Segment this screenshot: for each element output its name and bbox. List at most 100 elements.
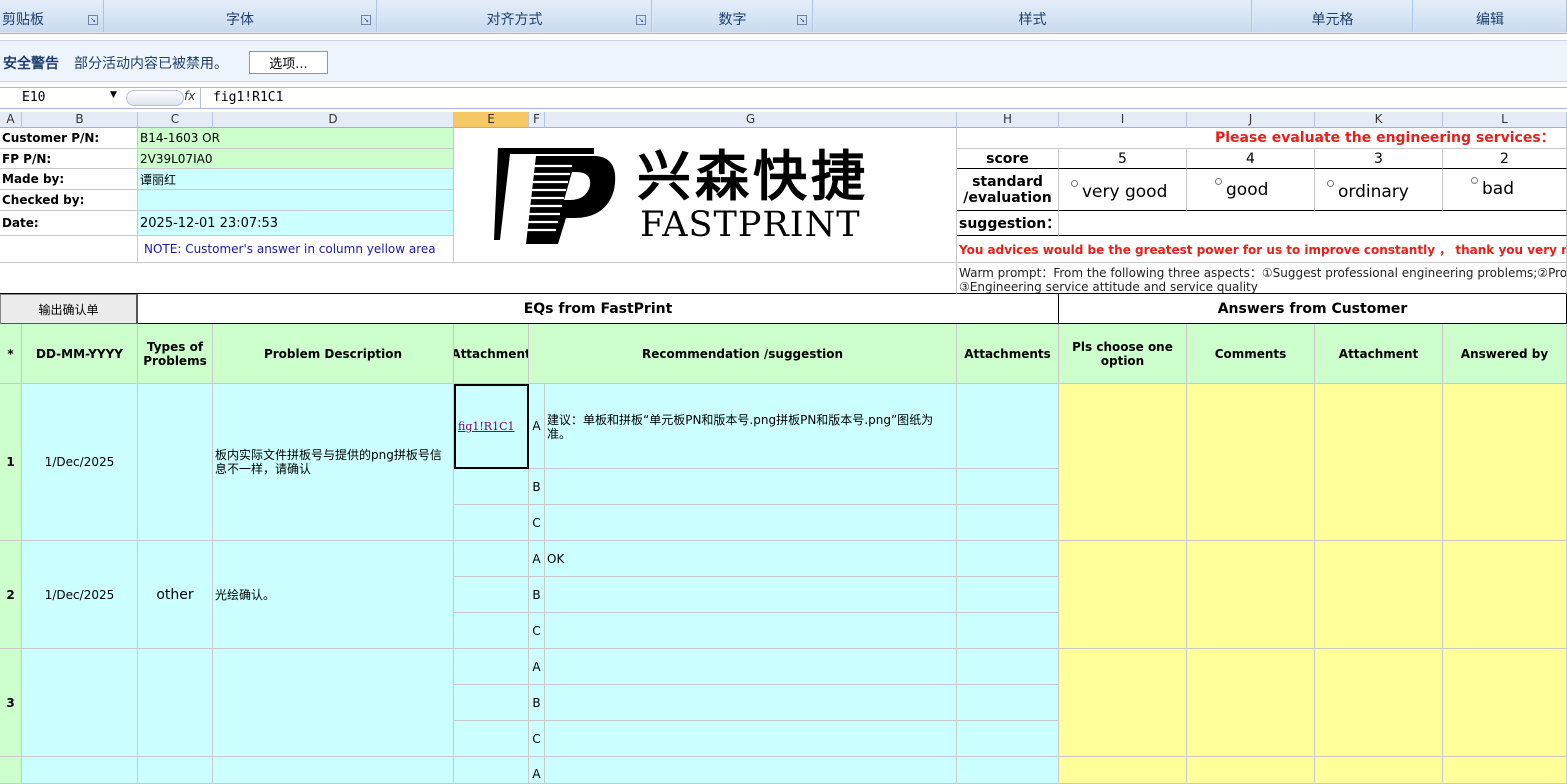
answered-by-cell[interactable]: [1443, 384, 1567, 541]
row-description[interactable]: [213, 757, 454, 784]
attachment-cell[interactable]: [454, 577, 529, 613]
row-date[interactable]: [22, 649, 138, 757]
recommendation-a[interactable]: [545, 649, 957, 685]
suggestion-input[interactable]: [1059, 211, 1567, 236]
option-ordinary[interactable]: ordinary: [1315, 169, 1443, 211]
column-header-d[interactable]: D: [213, 112, 454, 128]
customer-attachment-cell[interactable]: [1315, 384, 1443, 541]
attachment-cell[interactable]: [454, 649, 529, 685]
ribbon-group-clipboard[interactable]: 剪贴板 ↘: [0, 0, 104, 32]
ribbon-group-alignment[interactable]: 对齐方式 ↘: [378, 0, 652, 32]
row-type[interactable]: other: [138, 541, 213, 649]
customer-attachment-cell[interactable]: [1315, 649, 1443, 757]
row-date[interactable]: [22, 757, 138, 784]
column-header-h[interactable]: H: [957, 112, 1059, 128]
attachments-cell[interactable]: [957, 384, 1059, 469]
option-very-good[interactable]: very good: [1059, 169, 1187, 211]
radio-icon[interactable]: [1471, 177, 1478, 184]
formula-bar-resize-handle[interactable]: [126, 90, 184, 106]
comments-cell[interactable]: [1187, 541, 1315, 649]
choose-option-cell[interactable]: [1059, 649, 1187, 757]
attachments-cell[interactable]: [957, 613, 1059, 649]
answered-by-cell[interactable]: [1443, 757, 1567, 784]
recommendation-c[interactable]: [545, 613, 957, 649]
insert-function-icon[interactable]: fx: [184, 89, 195, 103]
radio-icon[interactable]: [1327, 180, 1334, 187]
checked-by-value[interactable]: [138, 190, 454, 211]
choose-option-cell[interactable]: [1059, 541, 1187, 649]
customer-attachment-cell[interactable]: [1315, 757, 1443, 784]
attachment-cell[interactable]: [454, 685, 529, 721]
dialog-launcher-icon[interactable]: ↘: [797, 15, 807, 25]
attachment-cell[interactable]: [454, 721, 529, 757]
made-by-value[interactable]: 谭丽红: [138, 169, 454, 190]
row-type[interactable]: [138, 649, 213, 757]
attachments-cell[interactable]: [957, 577, 1059, 613]
radio-icon[interactable]: [1071, 180, 1078, 187]
attachments-cell[interactable]: [957, 505, 1059, 541]
answered-by-cell[interactable]: [1443, 649, 1567, 757]
attachment-cell[interactable]: [454, 613, 529, 649]
formula-input[interactable]: fig1!R1C1: [213, 90, 283, 105]
column-header-e[interactable]: E: [454, 112, 529, 128]
column-header-k[interactable]: K: [1315, 112, 1443, 128]
ribbon-group-font[interactable]: 字体 ↘: [104, 0, 377, 32]
column-header-f[interactable]: F: [529, 112, 545, 128]
ribbon-group-editing[interactable]: 编辑: [1414, 0, 1567, 32]
ribbon-group-styles[interactable]: 样式: [814, 0, 1252, 32]
column-header-b[interactable]: B: [22, 112, 138, 128]
attachments-cell[interactable]: [957, 757, 1059, 784]
attachment-cell[interactable]: [454, 469, 529, 505]
ribbon-group-number[interactable]: 数字 ↘: [653, 0, 813, 32]
export-confirmation-button[interactable]: 输出确认单: [0, 294, 138, 325]
attachment-cell[interactable]: [454, 541, 529, 577]
answered-by-cell[interactable]: [1443, 541, 1567, 649]
row-description[interactable]: 板内实际文件拼板号与提供的png拼板号信息不一样，请确认: [213, 384, 454, 541]
radio-icon[interactable]: [1215, 178, 1222, 185]
name-box-dropdown-icon[interactable]: ▼: [110, 90, 117, 100]
comments-cell[interactable]: [1187, 649, 1315, 757]
customer-attachment-cell[interactable]: [1315, 541, 1443, 649]
column-header-i[interactable]: I: [1059, 112, 1187, 128]
fp-pn-value[interactable]: 2V39L07IA0: [138, 149, 454, 169]
option-bad[interactable]: bad: [1443, 169, 1567, 211]
column-header-c[interactable]: C: [138, 112, 213, 128]
option-good[interactable]: good: [1187, 169, 1315, 211]
date-value[interactable]: 2025-12-01 23:07:53: [138, 211, 454, 236]
dialog-launcher-icon[interactable]: ↘: [636, 15, 646, 25]
recommendation-a[interactable]: [545, 757, 957, 784]
comments-cell[interactable]: [1187, 384, 1315, 541]
name-box[interactable]: E10: [0, 89, 122, 107]
recommendation-b[interactable]: [545, 577, 957, 613]
recommendation-b[interactable]: [545, 685, 957, 721]
ribbon-group-cells[interactable]: 单元格: [1253, 0, 1413, 32]
row-description[interactable]: [213, 649, 454, 757]
recommendation-a[interactable]: OK: [545, 541, 957, 577]
dialog-launcher-icon[interactable]: ↘: [88, 15, 98, 25]
attachments-cell[interactable]: [957, 649, 1059, 685]
row-type[interactable]: [138, 757, 213, 784]
recommendation-a[interactable]: 建议：单板和拼板“单元板PN和版本号.png拼板PN和版本号.png”图纸为准。: [545, 384, 957, 469]
recommendation-b[interactable]: [545, 469, 957, 505]
column-header-j[interactable]: J: [1187, 112, 1315, 128]
empty-cell[interactable]: [0, 236, 138, 263]
recommendation-c[interactable]: [545, 505, 957, 541]
attachments-cell[interactable]: [957, 721, 1059, 757]
row-type[interactable]: [138, 384, 213, 541]
column-header-a[interactable]: A: [0, 112, 22, 128]
attachments-cell[interactable]: [957, 541, 1059, 577]
row-description[interactable]: 光绘确认。: [213, 541, 454, 649]
attachment-hyperlink[interactable]: fig1!R1C1: [458, 420, 515, 433]
recommendation-c[interactable]: [545, 721, 957, 757]
attachment-cell[interactable]: [454, 505, 529, 541]
choose-option-cell[interactable]: [1059, 757, 1187, 784]
column-header-l[interactable]: L: [1443, 112, 1567, 128]
options-button[interactable]: 选项...: [249, 51, 328, 74]
dialog-launcher-icon[interactable]: ↘: [361, 15, 371, 25]
choose-option-cell[interactable]: [1059, 384, 1187, 541]
empty-row[interactable]: [0, 263, 957, 294]
attachments-cell[interactable]: [957, 685, 1059, 721]
attachment-link-cell[interactable]: fig1!R1C1: [454, 384, 529, 469]
row-date[interactable]: 1/Dec/2025: [22, 384, 138, 541]
row-date[interactable]: 1/Dec/2025: [22, 541, 138, 649]
